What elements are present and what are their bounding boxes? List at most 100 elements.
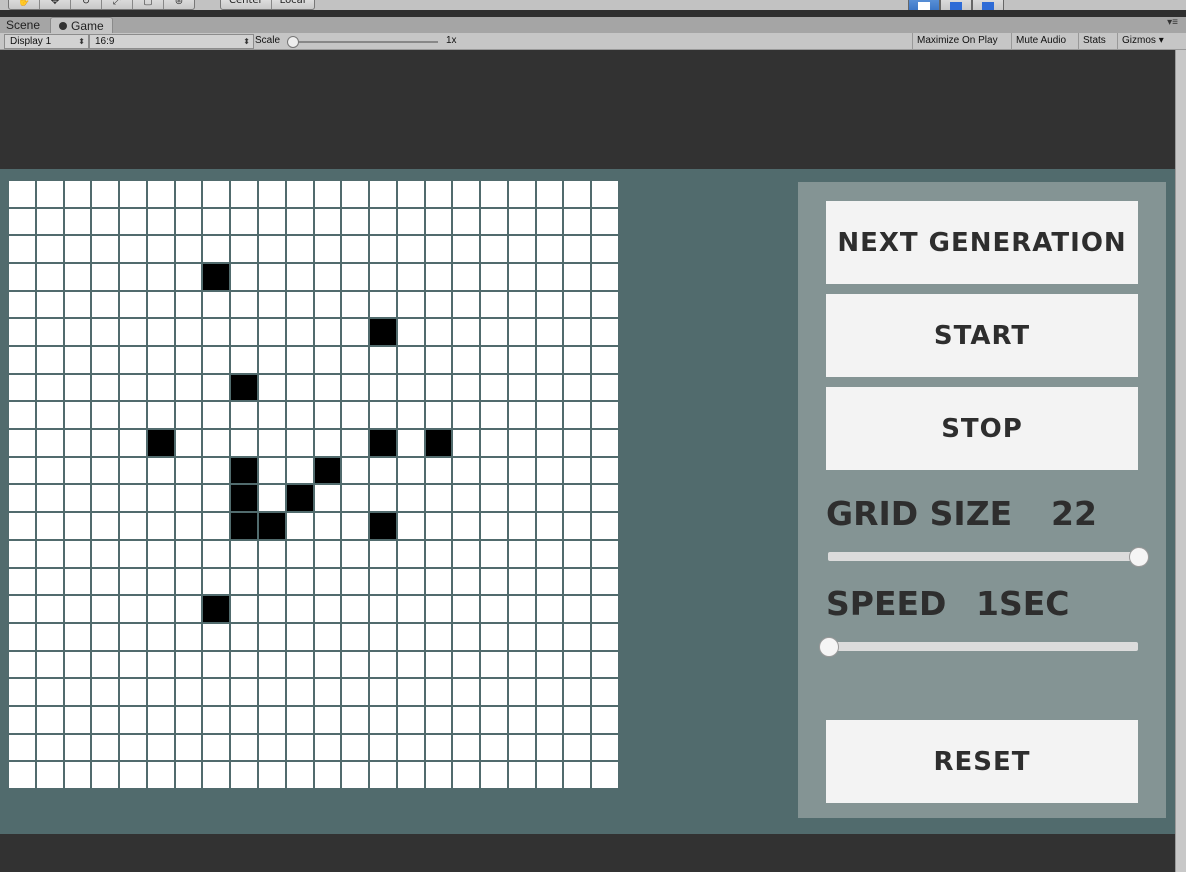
grid-cell[interactable] [147, 347, 174, 373]
grid-cell[interactable] [258, 236, 285, 263]
grid-cell[interactable] [9, 374, 35, 401]
grid-cell[interactable] [564, 596, 591, 622]
grid-cell[interactable] [536, 734, 563, 761]
grid-cell[interactable] [64, 291, 91, 318]
grid-cell[interactable] [564, 623, 591, 650]
speed-slider-thumb[interactable] [819, 637, 839, 657]
grid-cell[interactable] [120, 208, 146, 235]
grid-cell[interactable] [342, 568, 369, 595]
grid-cell[interactable] [92, 347, 119, 373]
grid-cell[interactable] [120, 568, 146, 595]
grid-cell[interactable] [203, 291, 230, 318]
grid-cell[interactable] [508, 264, 535, 290]
grid-cell[interactable] [286, 679, 313, 705]
grid-cell[interactable] [286, 319, 313, 346]
grid-cell[interactable] [314, 236, 341, 263]
grid-cell[interactable] [481, 706, 507, 733]
grid-cell[interactable] [564, 513, 591, 539]
mute-audio-toggle[interactable]: Mute Audio [1011, 33, 1070, 49]
grid-cell[interactable] [536, 430, 563, 456]
grid-cell[interactable] [231, 651, 257, 678]
grid-cell[interactable] [592, 679, 618, 705]
rotate-tool-icon[interactable]: ↻ [71, 0, 102, 9]
grid-cell[interactable] [453, 374, 480, 401]
grid-cell[interactable] [508, 651, 535, 678]
grid-cell[interactable] [425, 374, 452, 401]
grid-cell[interactable] [342, 430, 369, 456]
grid-cell[interactable] [203, 679, 230, 705]
grid-cell[interactable] [314, 264, 341, 290]
grid-cell[interactable] [342, 236, 369, 263]
grid-cell[interactable] [425, 208, 452, 235]
grid-cell[interactable] [9, 706, 35, 733]
grid-cell[interactable] [36, 651, 63, 678]
grid-cell[interactable] [286, 762, 313, 788]
grid-cell[interactable] [203, 706, 230, 733]
grid-cell[interactable] [9, 402, 35, 429]
grid-cell[interactable] [397, 291, 424, 318]
grid-cell[interactable] [508, 679, 535, 705]
grid-cell[interactable] [481, 596, 507, 622]
grid-cell[interactable] [175, 623, 202, 650]
grid-cell-alive[interactable] [203, 264, 230, 290]
grid-cell[interactable] [64, 374, 91, 401]
grid-cell[interactable] [9, 264, 35, 290]
grid-cell-alive[interactable] [286, 485, 313, 512]
grid-cell[interactable] [453, 596, 480, 622]
grid-cell[interactable] [64, 734, 91, 761]
grid-cell[interactable] [397, 540, 424, 567]
grid-cell[interactable] [64, 457, 91, 484]
grid-cell[interactable] [536, 291, 563, 318]
grid-cell[interactable] [64, 402, 91, 429]
grid-cell[interactable] [508, 568, 535, 595]
grid-cell[interactable] [342, 347, 369, 373]
grid-cell[interactable] [64, 540, 91, 567]
grid-cell[interactable] [258, 651, 285, 678]
grid-cell[interactable] [92, 457, 119, 484]
grid-cell[interactable] [92, 402, 119, 429]
grid-cell[interactable] [397, 264, 424, 290]
grid-cell[interactable] [258, 319, 285, 346]
grid-cell[interactable] [64, 485, 91, 512]
grid-cell[interactable] [36, 430, 63, 456]
grid-cell[interactable] [203, 347, 230, 373]
grid-cell[interactable] [175, 374, 202, 401]
grid-cell[interactable] [9, 568, 35, 595]
pivot-center-button[interactable]: Center [221, 0, 272, 9]
grid-cell[interactable] [342, 679, 369, 705]
grid-cell[interactable] [370, 485, 396, 512]
grid-cell[interactable] [203, 762, 230, 788]
grid-cell[interactable] [342, 208, 369, 235]
grid-cell[interactable] [453, 236, 480, 263]
grid-cell[interactable] [286, 568, 313, 595]
grid-cell[interactable] [592, 374, 618, 401]
grid-cell[interactable] [314, 568, 341, 595]
grid-cell[interactable] [9, 679, 35, 705]
grid-cell[interactable] [64, 679, 91, 705]
grid-cell[interactable] [92, 430, 119, 456]
grid-cell[interactable] [481, 623, 507, 650]
grid-cell[interactable] [564, 762, 591, 788]
grid-cell[interactable] [564, 402, 591, 429]
grid-cell[interactable] [92, 596, 119, 622]
grid-cell[interactable] [425, 319, 452, 346]
grid-cell[interactable] [92, 651, 119, 678]
grid-cell[interactable] [175, 347, 202, 373]
grid-cell[interactable] [231, 236, 257, 263]
grid-cell[interactable] [481, 236, 507, 263]
grid-cell[interactable] [453, 568, 480, 595]
grid-cell[interactable] [508, 734, 535, 761]
grid-cell[interactable] [397, 596, 424, 622]
scale-tool-icon[interactable]: ⤢ [102, 0, 133, 9]
grid-cell[interactable] [9, 181, 35, 207]
grid-cell[interactable] [175, 485, 202, 512]
grid-cell[interactable] [64, 430, 91, 456]
grid-cell[interactable] [147, 513, 174, 539]
grid-cell[interactable] [508, 596, 535, 622]
grid-cell[interactable] [314, 347, 341, 373]
grid-cell[interactable] [536, 485, 563, 512]
grid-cell[interactable] [92, 181, 119, 207]
grid-cell[interactable] [370, 679, 396, 705]
grid-cell[interactable] [342, 457, 369, 484]
grid-cell[interactable] [453, 430, 480, 456]
